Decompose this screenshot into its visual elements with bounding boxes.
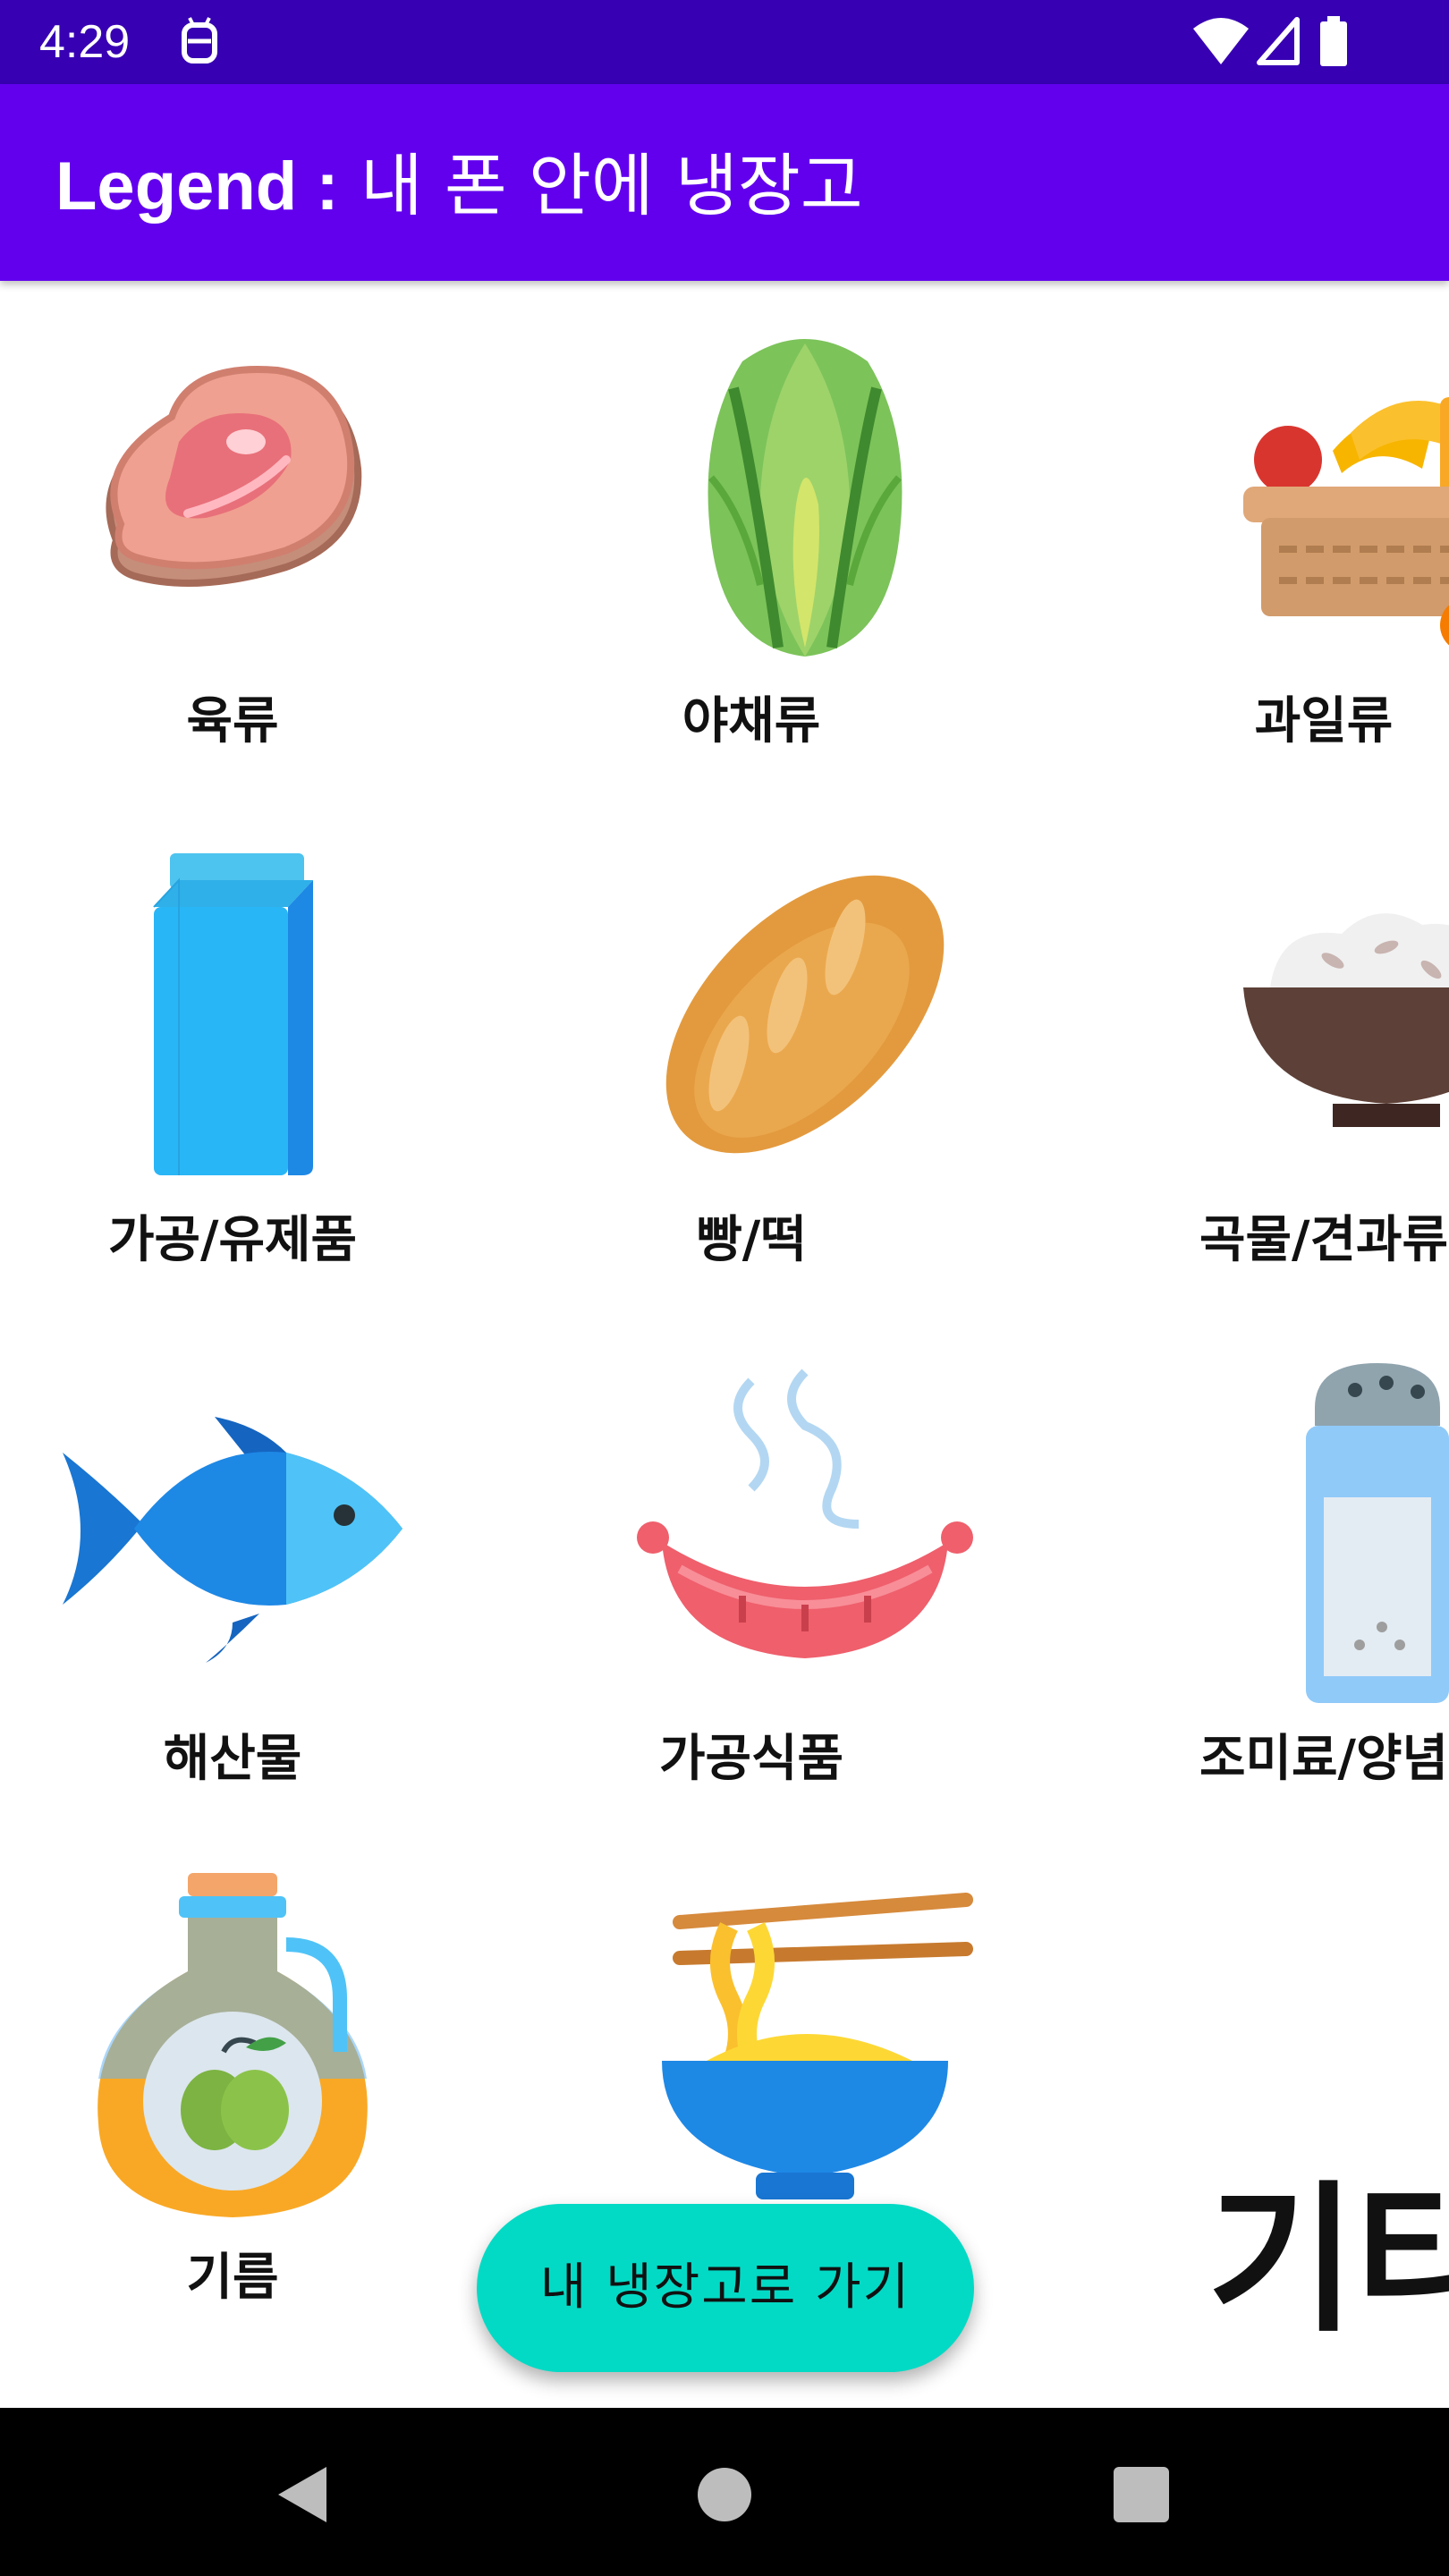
bread-icon bbox=[665, 875, 945, 1154]
category-label: 가공식품 bbox=[658, 1730, 844, 1788]
recents-icon[interactable] bbox=[1110, 2463, 1173, 2526]
app-bar: Legend : 내 폰 안에 냉장고 bbox=[0, 84, 1449, 281]
category-bread[interactable]: 빵/떡 bbox=[519, 800, 1091, 1318]
salt-shaker-icon bbox=[1306, 1363, 1449, 1703]
go-to-my-fridge-button[interactable]: 내 냉장고로 가기 bbox=[477, 2204, 974, 2372]
milk-carton-icon bbox=[153, 853, 313, 1175]
home-icon[interactable] bbox=[693, 2463, 756, 2526]
rice-bowl-icon bbox=[1243, 913, 1449, 1127]
back-icon[interactable] bbox=[273, 2463, 335, 2526]
meat-icon bbox=[106, 366, 362, 587]
category-label: 곡물/견과류 bbox=[1199, 1211, 1449, 1269]
category-fruits[interactable]: 과일류 bbox=[1091, 281, 1449, 800]
category-grid: 육류 야채류 과일류 가공/유제품 빵/떡 곡물/견과류 해산물 가공식품 조미… bbox=[0, 281, 1449, 2408]
lettuce-icon bbox=[708, 339, 902, 657]
status-time: 4:29 bbox=[39, 16, 131, 68]
fish-icon bbox=[63, 1417, 402, 1663]
oil-bottle-icon bbox=[97, 1873, 368, 2217]
navigation-bar bbox=[0, 2408, 1449, 2576]
category-label: 기름 bbox=[186, 2249, 279, 2307]
noodle-bowl-icon bbox=[662, 1893, 973, 2199]
battery-icon bbox=[1320, 16, 1347, 66]
cell-signal-icon bbox=[1257, 17, 1300, 65]
category-label: 조미료/양념 bbox=[1199, 1730, 1449, 1788]
category-dairy[interactable]: 가공/유제품 bbox=[0, 800, 519, 1318]
category-seafood[interactable]: 해산물 bbox=[0, 1318, 519, 1837]
android-debug-icon bbox=[182, 17, 217, 64]
app-title: Legend : 내 폰 안에 냉장고 bbox=[55, 143, 863, 230]
category-meat[interactable]: 육류 bbox=[0, 281, 519, 800]
category-vegetables[interactable]: 야채류 bbox=[519, 281, 1091, 800]
category-etc-label[interactable]: 기타 bbox=[1208, 2172, 1449, 2351]
category-seasoning[interactable]: 조미료/양념 bbox=[1091, 1318, 1449, 1837]
app-title-bold: Legend : bbox=[55, 148, 339, 225]
category-label: 육류 bbox=[186, 692, 279, 750]
category-label: 야채류 bbox=[682, 692, 821, 750]
category-processed[interactable]: 가공식품 bbox=[519, 1318, 1091, 1837]
category-label: 빵/떡 bbox=[696, 1211, 807, 1269]
category-label: 과일류 bbox=[1254, 692, 1394, 750]
category-label: 해산물 bbox=[163, 1730, 302, 1788]
sausage-icon bbox=[637, 1368, 973, 1658]
category-grains[interactable]: 곡물/견과류 bbox=[1091, 800, 1449, 1318]
status-bar: 4:29 bbox=[0, 0, 1449, 84]
category-label: 가공/유제품 bbox=[107, 1211, 358, 1269]
app-title-rest: 내 폰 안에 냉장고 bbox=[338, 146, 863, 225]
fruit-basket-icon bbox=[1243, 397, 1449, 646]
wifi-icon bbox=[1193, 18, 1249, 64]
category-oil[interactable]: 기름 bbox=[0, 1837, 519, 2356]
